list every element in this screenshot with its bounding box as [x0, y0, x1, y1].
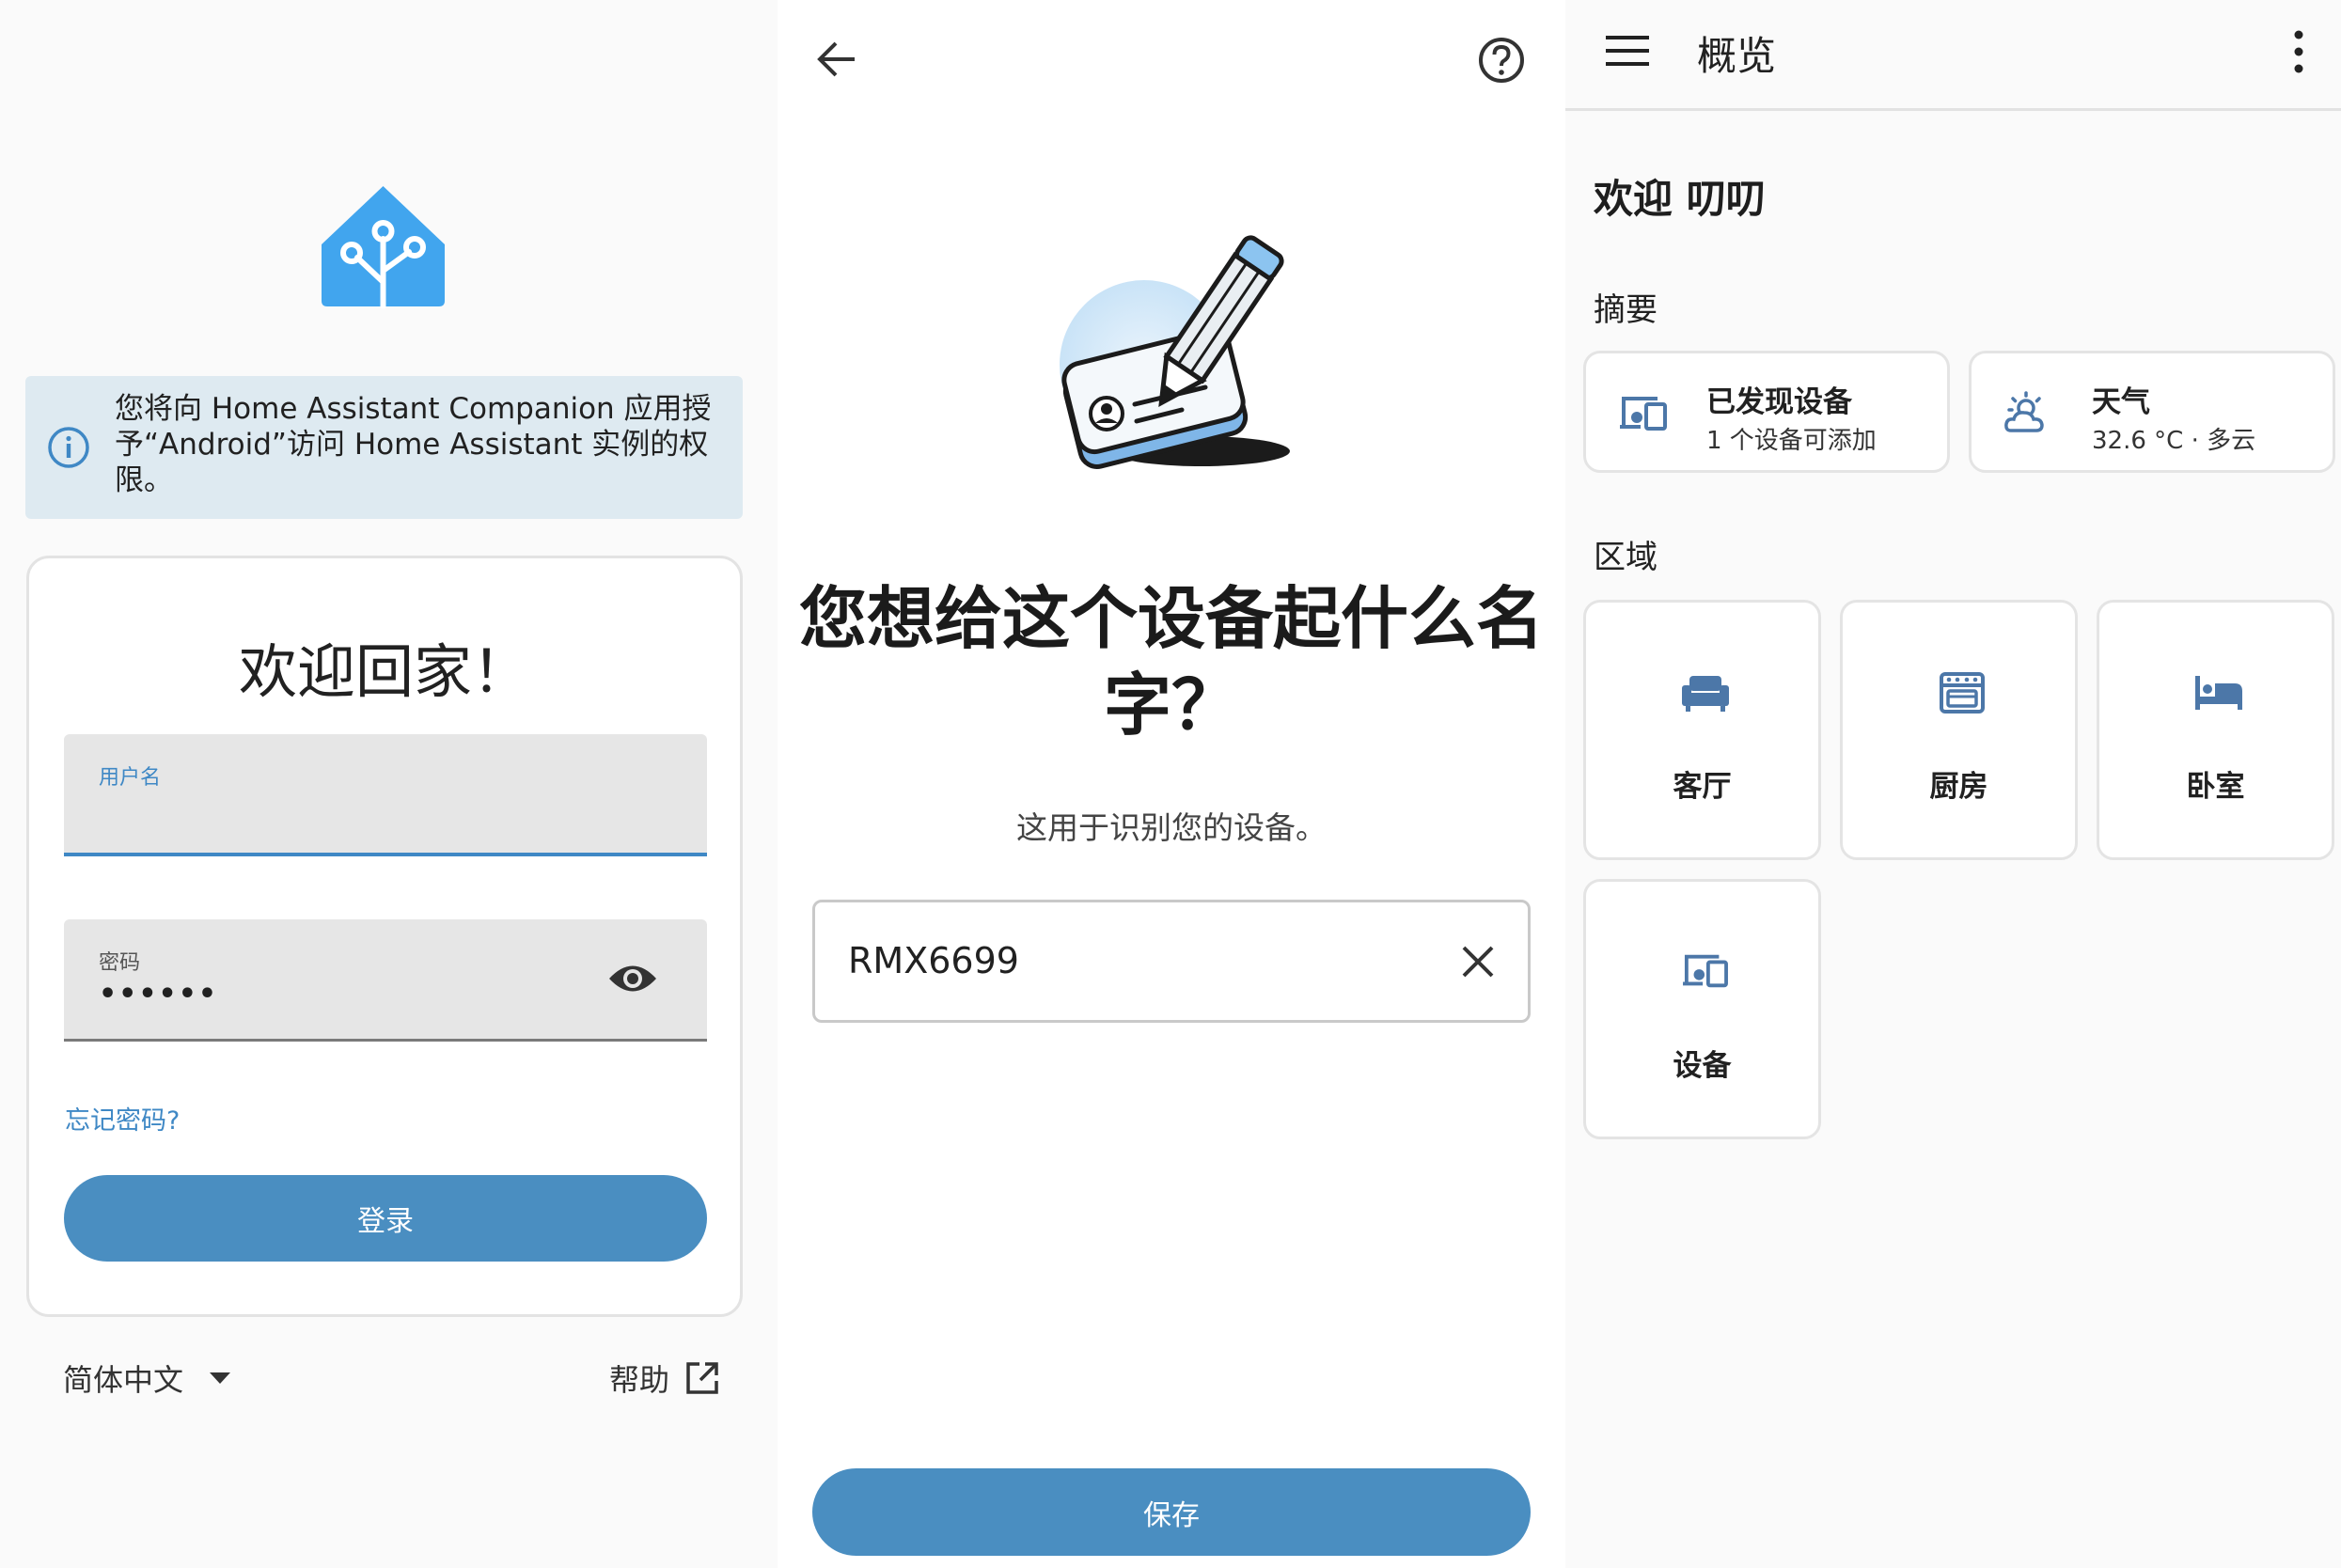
- page-title: 概览: [1697, 33, 1777, 79]
- area-card-living-room[interactable]: 客厅: [1583, 600, 1821, 860]
- save-button[interactable]: 保存: [812, 1468, 1531, 1556]
- top-app-bar: 概览: [1565, 0, 2341, 111]
- area-label: 客厅: [1673, 770, 1732, 804]
- welcome-heading: 欢迎 叨叨: [1594, 176, 1766, 222]
- weather-partly-cloudy-icon: [2004, 391, 2044, 432]
- device-name-input[interactable]: RMX6699: [812, 900, 1531, 1023]
- password-field[interactable]: 密码 ••••••: [64, 919, 707, 1042]
- summary-card-title: 已发现设备: [1706, 385, 1852, 419]
- eye-icon[interactable]: [607, 959, 658, 998]
- welcome-title: 欢迎回家！: [238, 637, 530, 706]
- summary-card-subtitle: 1 个设备可添加: [1706, 427, 1877, 455]
- area-card-kitchen[interactable]: 厨房: [1840, 600, 2078, 860]
- area-label: 厨房: [1929, 770, 1988, 804]
- username-label: 用户名: [99, 766, 162, 790]
- language-label: 简体中文: [63, 1362, 184, 1398]
- forgot-password-link[interactable]: 忘记密码?: [65, 1100, 180, 1137]
- login-screen: 您将向 Home Assistant Companion 应用授予“Androi…: [0, 0, 778, 1568]
- device-name-input-value: RMX6699: [848, 940, 1019, 981]
- help-label: 帮助: [609, 1362, 670, 1398]
- areas-section-label: 区域: [1594, 539, 1658, 576]
- sofa-icon: [1682, 676, 1729, 712]
- help-link[interactable]: 帮助: [609, 1356, 720, 1400]
- area-card-bedroom[interactable]: 卧室: [2097, 600, 2334, 860]
- back-arrow-icon[interactable]: [815, 38, 858, 81]
- login-button[interactable]: 登录: [64, 1175, 707, 1262]
- summary-card-subtitle: 32.6 °C · 多云: [2092, 427, 2256, 455]
- devices-icon: [1620, 397, 1667, 431]
- stove-icon: [1940, 672, 1985, 713]
- home-assistant-logo-icon: [322, 186, 445, 308]
- login-card: 欢迎回家！ 用户名 密码 •••••• 忘记密码? 登录: [26, 556, 743, 1317]
- info-banner-text: 您将向 Home Assistant Companion 应用授予“Androi…: [115, 392, 712, 497]
- discovered-devices-card[interactable]: 已发现设备 1 个设备可添加: [1583, 351, 1950, 473]
- open-in-new-icon: [686, 1362, 718, 1394]
- caret-down-icon: [210, 1372, 231, 1384]
- area-label: 设备: [1673, 1049, 1732, 1083]
- summary-card-title: 天气: [2092, 385, 2150, 419]
- bed-icon: [2195, 676, 2242, 710]
- help-circle-icon[interactable]: [1477, 36, 1526, 85]
- password-value: ••••••: [99, 978, 219, 1011]
- device-name-illustration-icon: [1060, 235, 1290, 469]
- close-icon[interactable]: [1460, 944, 1496, 980]
- menu-icon[interactable]: [1606, 34, 1649, 68]
- overview-screen: 概览 欢迎 叨叨 摘要 已发现设备 1 个设备可添加 天气 32.6 °C · …: [1565, 0, 2341, 1568]
- language-select[interactable]: 简体中文: [63, 1356, 232, 1400]
- username-field[interactable]: 用户名: [64, 734, 707, 856]
- area-label: 卧室: [2186, 770, 2245, 804]
- info-banner: 您将向 Home Assistant Companion 应用授予“Androi…: [25, 376, 743, 519]
- devices-icon: [1683, 954, 1728, 988]
- more-vertical-icon[interactable]: [2287, 28, 2310, 75]
- device-name-screen: 您想给这个设备起什么名字？ 这用于识别您的设备。 RMX6699 保存: [778, 0, 1565, 1568]
- device-name-title: 您想给这个设备起什么名字？: [798, 579, 1544, 745]
- password-label: 密码: [99, 951, 141, 975]
- info-icon: [48, 427, 89, 468]
- area-card-devices[interactable]: 设备: [1583, 879, 1821, 1139]
- summary-section-label: 摘要: [1594, 291, 1658, 329]
- weather-card[interactable]: 天气 32.6 °C · 多云: [1969, 351, 2335, 473]
- device-name-subtitle: 这用于识别您的设备。: [1016, 809, 1327, 846]
